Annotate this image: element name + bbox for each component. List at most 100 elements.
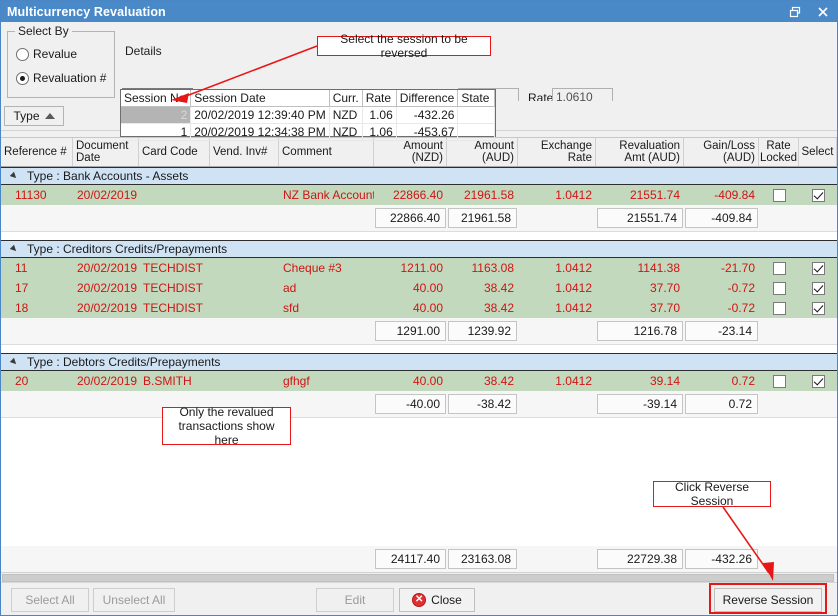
cell-rate-locked[interactable] xyxy=(759,371,799,391)
horizontal-scrollbar-thumb[interactable] xyxy=(2,574,834,582)
table-row[interactable]: 20 20/02/2019 B.SMITH gfhgf 40.00 38.42 … xyxy=(1,371,837,391)
grid-col-rate-locked[interactable]: Rate Locked xyxy=(759,138,799,166)
session-col-session-date[interactable]: Session Date xyxy=(191,90,329,107)
grid-col-comment[interactable]: Comment xyxy=(279,138,374,166)
rate-locked-checkbox[interactable] xyxy=(773,302,786,315)
session-row[interactable]: 2 20/02/2019 12:39:40 PM NZD 1.06 -432.2… xyxy=(121,107,495,124)
select-all-button[interactable]: Select All xyxy=(11,588,89,612)
select-checkbox[interactable] xyxy=(812,282,825,295)
cell-revaluation-amt: 21551.74 xyxy=(596,185,684,205)
group-header-label: Type : Debtors Credits/Prepayments xyxy=(27,355,220,369)
session-row-no: 1 xyxy=(121,124,191,141)
subtotal-revaluation-amt: 21551.74 xyxy=(597,208,683,228)
group-subtotal-row: -40.00 -38.42 -39.14 0.72 xyxy=(1,391,837,418)
cell-document-date: 20/02/2019 xyxy=(73,298,139,318)
cell-vend-inv xyxy=(210,258,279,278)
table-row[interactable]: 11 20/02/2019 TECHDIST Cheque #3 1211.00… xyxy=(1,258,837,278)
session-col-curr[interactable]: Curr. xyxy=(329,90,362,107)
edit-button[interactable]: Edit xyxy=(316,588,394,612)
rate-locked-checkbox[interactable] xyxy=(773,189,786,202)
cell-select[interactable] xyxy=(799,185,837,205)
table-row[interactable]: 11130 20/02/2019 NZ Bank Account 22866.4… xyxy=(1,185,837,205)
cell-amount-aud: 38.42 xyxy=(447,371,518,391)
grid-col-select[interactable]: Select xyxy=(799,138,837,166)
session-col-difference[interactable]: Difference xyxy=(396,90,458,107)
cell-select[interactable] xyxy=(799,278,837,298)
session-row-date: 20/02/2019 12:34:38 PM xyxy=(191,124,329,141)
grid-col-amount-nzd[interactable]: Amount (NZD) xyxy=(374,138,447,166)
grid-col-amount-aud[interactable]: Amount (AUD) xyxy=(447,138,518,166)
session-col-rate[interactable]: Rate xyxy=(362,90,396,107)
radio-revaluation-number[interactable]: Revaluation # xyxy=(16,71,106,85)
horizontal-scrollbar[interactable] xyxy=(1,572,837,582)
radio-revalue[interactable]: Revalue xyxy=(16,47,77,61)
close-button[interactable]: ✕ Close xyxy=(399,588,475,612)
cell-reference: 18 xyxy=(1,298,73,318)
close-window-icon[interactable] xyxy=(809,1,837,22)
group-header-row[interactable]: Type : Creditors Credits/Prepayments xyxy=(1,240,837,258)
session-dropdown-list[interactable]: Session No Session Date Curr. Rate Diffe… xyxy=(120,89,496,137)
subtotal-amount-aud: 1239.92 xyxy=(448,321,517,341)
close-label: Close xyxy=(431,593,462,607)
grid-col-document-date[interactable]: Document Date xyxy=(73,138,139,166)
subtotal-amount-aud: -38.42 xyxy=(448,394,517,414)
close-icon: ✕ xyxy=(412,593,426,607)
radio-revaluation-number-label: Revaluation # xyxy=(33,71,106,85)
unselect-all-label: Unselect All xyxy=(103,593,166,607)
cell-comment: sfd xyxy=(279,298,374,318)
grid-col-vend-inv[interactable]: Vend. Inv# xyxy=(210,138,279,166)
group-header-row[interactable]: Type : Bank Accounts - Assets xyxy=(1,167,837,185)
grid-col-card-code[interactable]: Card Code xyxy=(139,138,210,166)
cell-rate-locked[interactable] xyxy=(759,278,799,298)
grand-total-row: 24117.40 23163.08 22729.38 -432.26 xyxy=(1,546,837,572)
sort-chip-type[interactable]: Type xyxy=(4,106,64,126)
collapse-triangle-icon[interactable] xyxy=(11,358,20,367)
session-col-state[interactable]: State xyxy=(458,90,495,107)
cell-amount-aud: 21961.58 xyxy=(447,185,518,205)
cell-rate-locked[interactable] xyxy=(759,185,799,205)
collapse-triangle-icon[interactable] xyxy=(11,245,20,254)
restore-window-icon[interactable] xyxy=(781,1,809,22)
table-row[interactable]: 17 20/02/2019 TECHDIST ad 40.00 38.42 1.… xyxy=(1,278,837,298)
select-checkbox[interactable] xyxy=(812,375,825,388)
cell-select[interactable] xyxy=(799,298,837,318)
session-row-state xyxy=(458,124,495,141)
rate-locked-checkbox[interactable] xyxy=(773,375,786,388)
select-checkbox[interactable] xyxy=(812,262,825,275)
session-table-header-row: Session No Session Date Curr. Rate Diffe… xyxy=(121,90,495,107)
window-title: Multicurrency Revaluation xyxy=(1,5,166,19)
cell-vend-inv xyxy=(210,298,279,318)
cell-select[interactable] xyxy=(799,258,837,278)
cell-amount-aud: 1163.08 xyxy=(447,258,518,278)
grid-col-gain-loss[interactable]: Gain/Loss (AUD) xyxy=(684,138,759,166)
grid-col-revaluation-amt[interactable]: Revaluation Amt (AUD) xyxy=(596,138,684,166)
unselect-all-button[interactable]: Unselect All xyxy=(93,588,175,612)
cell-comment: ad xyxy=(279,278,374,298)
table-row[interactable]: 18 20/02/2019 TECHDIST sfd 40.00 38.42 1… xyxy=(1,298,837,318)
cell-amount-nzd: 22866.40 xyxy=(374,185,447,205)
cell-reference: 17 xyxy=(1,278,73,298)
cell-exchange-rate: 1.0412 xyxy=(518,278,596,298)
sort-ascending-icon xyxy=(45,113,55,119)
cell-card-code: TECHDIST xyxy=(139,298,210,318)
session-col-session-no[interactable]: Session No xyxy=(121,90,191,107)
multicurrency-revaluation-window: Multicurrency Revaluation Select By Reva… xyxy=(0,0,838,616)
rate-locked-checkbox[interactable] xyxy=(773,262,786,275)
rate-locked-checkbox[interactable] xyxy=(773,282,786,295)
grand-total-amount-nzd: 24117.40 xyxy=(375,549,446,569)
select-checkbox[interactable] xyxy=(812,189,825,202)
group-spacer xyxy=(1,345,837,353)
session-row[interactable]: 1 20/02/2019 12:34:38 PM NZD 1.06 -453.6… xyxy=(121,124,495,141)
cell-rate-locked[interactable] xyxy=(759,258,799,278)
cell-rate-locked[interactable] xyxy=(759,298,799,318)
select-by-group: Select By Revalue Revaluation # xyxy=(7,31,115,98)
select-by-legend: Select By xyxy=(15,24,72,38)
grid-col-exchange-rate[interactable]: Exchange Rate xyxy=(518,138,596,166)
grid-col-reference[interactable]: Reference # xyxy=(1,138,73,166)
annotation-only-revalued: Only the revalued transactions show here xyxy=(162,407,291,445)
cell-comment: NZ Bank Account xyxy=(279,185,374,205)
select-checkbox[interactable] xyxy=(812,302,825,315)
collapse-triangle-icon[interactable] xyxy=(11,172,20,181)
group-header-row[interactable]: Type : Debtors Credits/Prepayments xyxy=(1,353,837,371)
cell-select[interactable] xyxy=(799,371,837,391)
